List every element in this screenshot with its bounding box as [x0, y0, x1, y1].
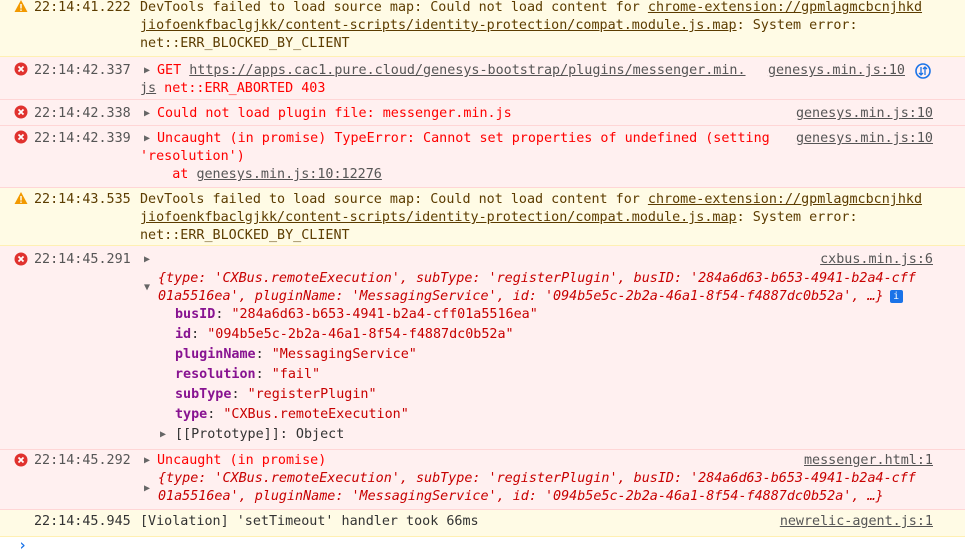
message-text: net::ERR_BLOCKED_BY_CLIENT	[140, 36, 350, 51]
expand-triangle-icon[interactable]: ▶	[144, 480, 150, 498]
message-text: DevTools failed to load source map: Coul…	[140, 0, 648, 15]
object-preview[interactable]: {type: 'CXBus.remoteExecution', subType:…	[158, 470, 916, 488]
message-text: net::ERR_ABORTED 403	[156, 81, 326, 96]
source-link[interactable]: genesys.min.js:10	[796, 105, 933, 123]
request-url-link[interactable]: js	[140, 81, 156, 96]
message-text: Could not load plugin file: messenger.mi…	[157, 106, 512, 121]
console-message-error: 22:14:45.291 ▶ cxbus.min.js:6 ▼ {type: '…	[0, 246, 965, 450]
expand-triangle-icon[interactable]: ▶	[144, 105, 150, 123]
timestamp: 22:14:42.337	[34, 63, 131, 78]
object-preview[interactable]: 01a5516ea', pluginName: 'MessagingServic…	[158, 289, 884, 304]
source-link[interactable]: newrelic-agent.js:1	[780, 513, 933, 531]
source-link[interactable]: cxbus.min.js:6	[820, 251, 933, 269]
property-key: subType	[175, 387, 232, 402]
property-value: "registerPlugin"	[247, 387, 377, 402]
source-map-link[interactable]: chrome-extension://gpmlagmcbcnjhkd	[648, 0, 922, 15]
property-value: "CXBus.remoteExecution"	[223, 407, 409, 422]
expand-triangle-icon[interactable]: ▶	[160, 426, 166, 444]
timestamp: 22:14:41.222	[34, 0, 131, 15]
error-icon	[14, 105, 28, 119]
timestamp: 22:14:42.339	[34, 131, 131, 146]
message-text: at	[140, 167, 197, 182]
source-map-link[interactable]: jiofoenkfbaclgjkk/content-scripts/identi…	[140, 210, 737, 225]
message-text: [Violation] 'setTimeout' handler took 66…	[140, 514, 479, 529]
timestamp: 22:14:45.945	[34, 514, 131, 529]
source-map-link[interactable]: chrome-extension://gpmlagmcbcnjhkd	[648, 192, 922, 207]
property-key: type	[175, 407, 208, 422]
property-key: busID	[175, 307, 216, 322]
timestamp: 22:14:45.292	[34, 453, 131, 468]
console-message-error: 22:14:42.338 ▶ Could not load plugin fil…	[0, 100, 965, 126]
console-prompt[interactable]: ›	[0, 536, 965, 557]
timestamp: 22:14:45.291	[34, 252, 131, 267]
expand-triangle-icon[interactable]: ▶	[144, 130, 150, 148]
console-message-warning: 22:14:41.222 DevTools failed to load sou…	[0, 0, 965, 57]
warning-icon	[14, 192, 28, 204]
source-link[interactable]: messenger.html:1	[804, 452, 933, 470]
expand-triangle-icon[interactable]: ▶	[144, 251, 150, 269]
prototype-entry[interactable]: [[Prototype]]: Object	[175, 426, 344, 444]
stack-trace-link[interactable]: genesys.min.js:10:12276	[196, 167, 381, 182]
message-text: Uncaught (in promise) TypeError: Cannot …	[157, 131, 770, 146]
expand-triangle-icon[interactable]: ▶	[144, 62, 150, 80]
message-text: GET	[157, 63, 190, 78]
message-text: DevTools failed to load source map: Coul…	[140, 192, 648, 207]
message-text: : System error:	[736, 18, 858, 33]
console-message-warning: 22:14:43.535 DevTools failed to load sou…	[0, 188, 965, 246]
expand-triangle-icon[interactable]: ▶	[144, 452, 150, 470]
console-message-error: 22:14:42.339 ▶ Uncaught (in promise) Typ…	[0, 126, 965, 188]
console-message-error: 22:14:45.292 ▶ Uncaught (in promise) mes…	[0, 450, 965, 510]
message-text: : System error:	[736, 210, 858, 225]
error-icon	[14, 252, 28, 266]
info-icon[interactable]: i	[889, 289, 903, 303]
property-value: "fail"	[271, 367, 321, 382]
timestamp: 22:14:42.338	[34, 106, 131, 121]
object-preview[interactable]: 01a5516ea', pluginName: 'MessagingServic…	[158, 488, 884, 506]
warning-icon	[14, 0, 28, 12]
property-key: id	[175, 327, 192, 342]
collapse-triangle-icon[interactable]: ▼	[144, 279, 150, 297]
source-link[interactable]: genesys.min.js:10	[768, 62, 905, 80]
property-value: "MessagingService"	[271, 347, 417, 362]
source-map-link[interactable]: jiofoenkfbaclgjkk/content-scripts/identi…	[140, 18, 737, 33]
console-message-error: 22:14:42.337 ▶ GET https://apps.cac1.pur…	[0, 57, 965, 100]
network-request-icon[interactable]	[915, 63, 931, 79]
property-value: "284a6d63-b653-4941-b2a4-cff01a5516ea"	[231, 307, 538, 322]
source-link[interactable]: genesys.min.js:10	[796, 130, 933, 148]
error-icon	[14, 62, 28, 76]
property-value: "094b5e5c-2b2a-46a1-8f54-f4887dc0b52a"	[207, 327, 514, 342]
object-preview[interactable]: {type: 'CXBus.remoteExecution', subType:…	[158, 270, 916, 288]
property-key: pluginName	[175, 347, 256, 362]
message-text: net::ERR_BLOCKED_BY_CLIENT	[140, 228, 350, 243]
message-text: Uncaught (in promise)	[157, 453, 327, 468]
timestamp: 22:14:43.535	[34, 192, 131, 207]
prompt-chevron-icon: ›	[18, 536, 28, 554]
error-icon	[14, 453, 28, 467]
request-url-link[interactable]: https://apps.cac1.pure.cloud/genesys-boo…	[189, 63, 745, 78]
console-message-violation: 22:14:45.945 [Violation] 'setTimeout' ha…	[0, 510, 965, 537]
message-text: 'resolution')	[140, 149, 245, 164]
error-icon	[14, 130, 28, 144]
property-key: resolution	[175, 367, 256, 382]
